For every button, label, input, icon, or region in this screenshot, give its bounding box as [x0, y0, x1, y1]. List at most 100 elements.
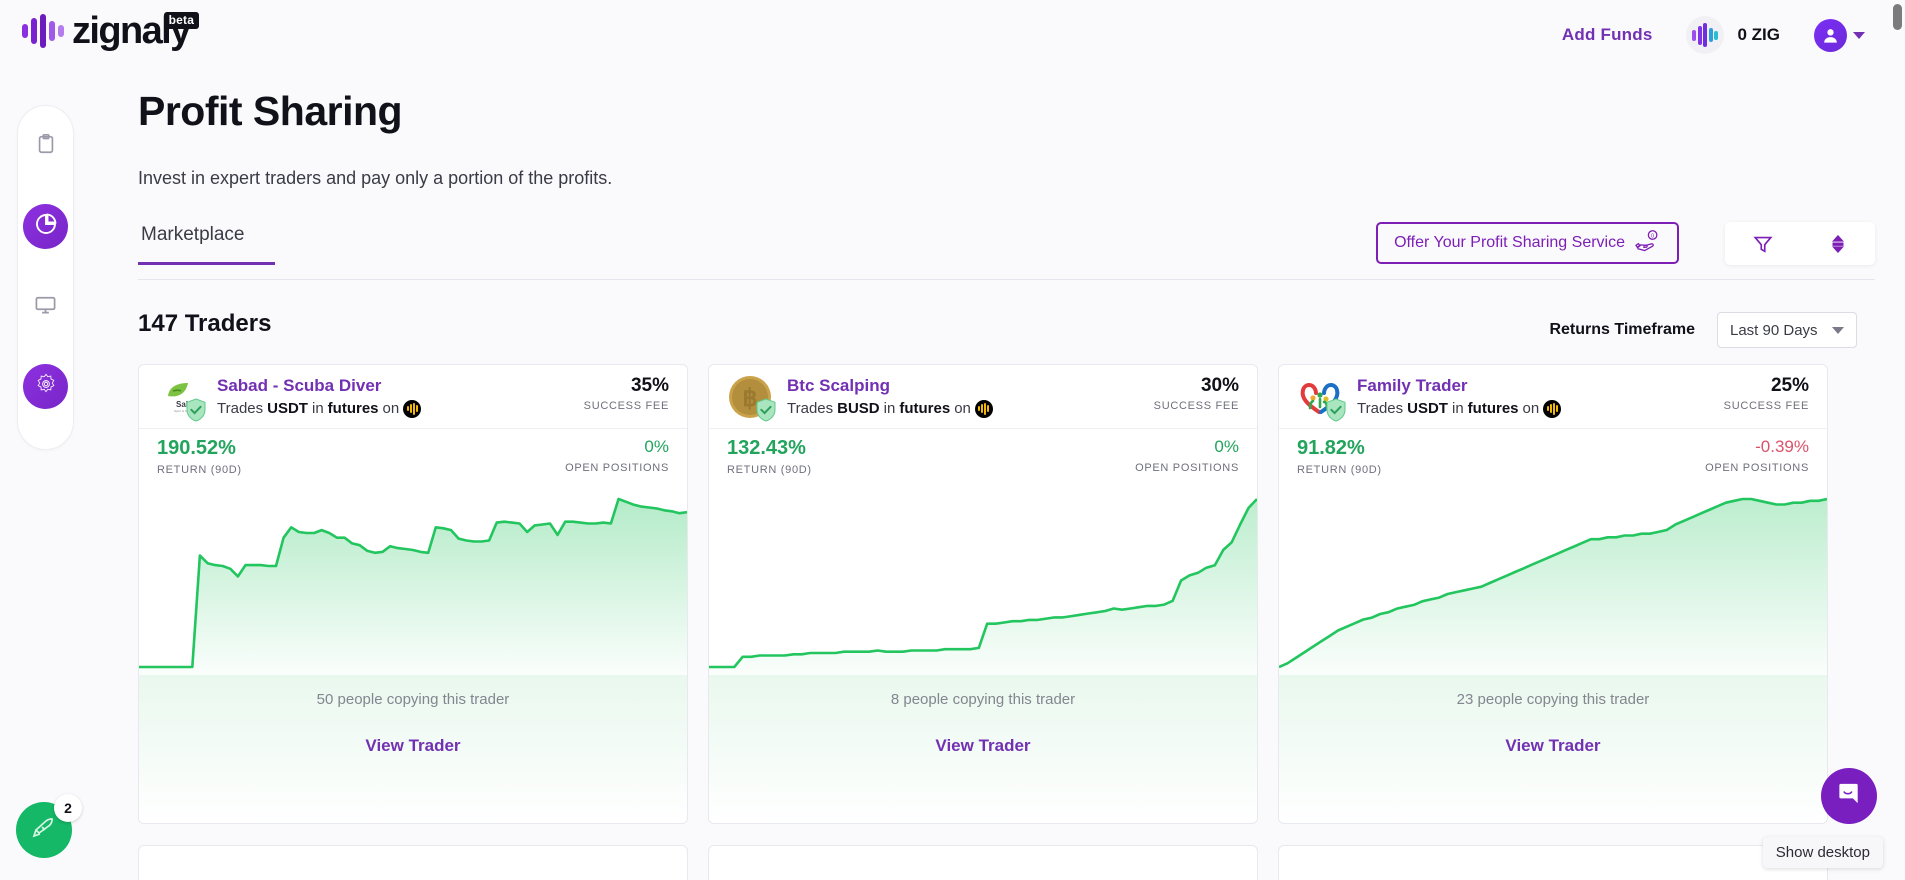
trader-card[interactable]: Family Trader Trades USDT in futures on …	[1278, 364, 1828, 824]
left-sidebar	[17, 105, 74, 450]
sabad-leaf-logo: Sabad Sport & Nutrition	[157, 374, 206, 422]
view-trader-button[interactable]: View Trader	[709, 736, 1257, 756]
offer-service-button[interactable]: Offer Your Profit Sharing Service 0	[1376, 222, 1679, 264]
trader-description: Trades USDT in futures on	[1357, 399, 1562, 418]
trader-market: futures	[899, 400, 951, 417]
show-desktop-tooltip: Show desktop	[1762, 837, 1883, 868]
return-sparkline-chart	[1279, 485, 1827, 675]
timeframe-value: Last 90 Days	[1730, 321, 1818, 339]
success-fee: 30% SUCCESS FEE	[1154, 375, 1239, 412]
desc-on: on	[954, 400, 971, 417]
success-fee: 35% SUCCESS FEE	[584, 375, 669, 412]
user-menu[interactable]	[1814, 18, 1865, 52]
view-trader-button[interactable]: View Trader	[139, 736, 687, 756]
open-positions-value: 0%	[1214, 437, 1239, 456]
trader-name[interactable]: Sabad - Scuba Diver	[217, 376, 421, 396]
zignaly-logo[interactable]: zignaly beta	[22, 10, 200, 52]
trader-quote: BUSD	[837, 400, 880, 417]
trader-card-header: Sabad Sport & Nutrition Sabad - Scuba Di…	[139, 365, 687, 429]
page-scrollbar[interactable]	[1891, 0, 1905, 880]
sort-arrows-icon[interactable]	[1818, 224, 1858, 264]
sidebar-item-settings[interactable]	[23, 364, 68, 409]
open-positions: 0% OPEN POSITIONS	[1135, 437, 1239, 474]
zig-balance[interactable]: 0 ZIG	[1686, 16, 1780, 54]
intercom-chat-button[interactable]	[1821, 768, 1877, 824]
clipboard-icon	[35, 133, 57, 160]
trader-card-header: ฿ Btc Scalping Trades BUSD in futures on…	[709, 365, 1257, 429]
list-summary-row: 147 Traders Returns Timeframe Last 90 Da…	[138, 310, 1875, 350]
sidebar-item-dashboard[interactable]	[23, 124, 68, 169]
trader-market: futures	[327, 400, 379, 417]
header-actions: Add Funds 0 ZIG	[1562, 0, 1865, 70]
page-title: Profit Sharing	[138, 88, 403, 134]
trader-description: Trades BUSD in futures on	[787, 399, 993, 418]
page-subtitle: Invest in expert traders and pay only a …	[138, 168, 613, 188]
bitcoin-coin-logo: ฿	[727, 374, 776, 422]
open-positions-label: OPEN POSITIONS	[565, 462, 669, 474]
scrollbar-thumb[interactable]	[1893, 4, 1902, 30]
return-sparkline-chart	[139, 485, 687, 675]
success-fee-label: SUCCESS FEE	[1723, 400, 1809, 412]
trader-count: 147 Traders	[138, 310, 272, 337]
add-funds-button[interactable]: Add Funds	[1562, 25, 1653, 45]
verified-badge-icon	[1325, 397, 1347, 422]
verified-badge-icon	[755, 397, 777, 422]
return-sparkline-chart	[709, 485, 1257, 675]
success-fee-label: SUCCESS FEE	[1153, 400, 1239, 412]
trader-card[interactable]	[1278, 845, 1828, 880]
trader-card-stats: 190.52% RETURN (90D) 0% OPEN POSITIONS	[139, 429, 687, 485]
open-positions-value: 0%	[644, 437, 669, 456]
desc-mid: in	[1451, 400, 1464, 417]
copiers-count: 50 people copying this trader	[316, 691, 510, 708]
zig-balance-amount: 0 ZIG	[1737, 25, 1780, 44]
trader-description: Trades USDT in futures on	[217, 399, 422, 418]
trader-card-footer: 50 people copying this trader View Trade…	[139, 675, 687, 823]
trader-card-header: Family Trader Trades USDT in futures on …	[1279, 365, 1827, 429]
app-header: zignaly beta Add Funds 0 ZIG	[0, 0, 1905, 70]
main-content: Profit Sharing Invest in expert traders …	[138, 70, 1875, 880]
zig-coin-icon	[1686, 16, 1725, 54]
family-heart-logo	[1297, 374, 1346, 422]
hand-coin-icon: 0	[1635, 229, 1661, 258]
beta-badge: beta	[163, 12, 200, 29]
trader-quote: USDT	[267, 400, 308, 417]
binance-icon	[1543, 399, 1562, 418]
announcements-button[interactable]: 2	[16, 794, 82, 858]
filter-funnel-icon[interactable]	[1743, 224, 1783, 264]
timeframe-control: Returns Timeframe Last 90 Days	[1549, 312, 1857, 348]
pie-chart-icon	[34, 212, 58, 241]
success-fee-value: 30%	[1200, 375, 1239, 396]
sidebar-item-profit-sharing[interactable]	[23, 204, 68, 249]
tab-marketplace[interactable]: Marketplace	[138, 224, 275, 265]
trader-name[interactable]: Family Trader	[1357, 376, 1561, 396]
chevron-down-icon	[1853, 31, 1865, 39]
success-fee-value: 35%	[630, 375, 669, 396]
logo-bars-icon	[22, 10, 64, 52]
open-positions: -0.39% OPEN POSITIONS	[1705, 437, 1809, 474]
trader-card[interactable]	[138, 845, 688, 880]
trader-card[interactable]: ฿ Btc Scalping Trades BUSD in futures on…	[708, 364, 1258, 824]
desc-on: on	[1522, 400, 1540, 417]
view-trader-button[interactable]: View Trader	[1279, 736, 1827, 756]
open-positions-label: OPEN POSITIONS	[1705, 462, 1809, 474]
trader-card[interactable]	[708, 845, 1258, 880]
sidebar-item-terminal[interactable]	[23, 284, 68, 329]
trader-name[interactable]: Btc Scalping	[787, 376, 993, 396]
success-fee-value: 25%	[1770, 375, 1809, 396]
trader-card-stats: 91.82% RETURN (90D) -0.39% OPEN POSITION…	[1279, 429, 1827, 485]
success-fee: 25% SUCCESS FEE	[1724, 375, 1809, 412]
trader-card-footer: 23 people copying this trader View Trade…	[1279, 675, 1827, 823]
desc-mid: in	[311, 400, 324, 417]
trader-card-footer: 8 people copying this trader View Trader	[709, 675, 1257, 823]
user-avatar-icon	[1814, 18, 1847, 52]
success-fee-label: SUCCESS FEE	[583, 400, 669, 412]
timeframe-select[interactable]: Last 90 Days	[1717, 312, 1857, 348]
desc-prefix: Trades	[1357, 400, 1404, 417]
trader-card[interactable]: Sabad Sport & Nutrition Sabad - Scuba Di…	[138, 364, 688, 824]
desc-on: on	[382, 400, 400, 417]
announcement-rocket-icon	[30, 814, 58, 847]
copiers-count: 8 people copying this trader	[890, 691, 1076, 708]
desc-prefix: Trades	[787, 400, 834, 417]
copiers-count: 23 people copying this trader	[1456, 691, 1650, 708]
tabs-bar: Marketplace Offer Your Profit Sharing Se…	[138, 222, 1875, 280]
